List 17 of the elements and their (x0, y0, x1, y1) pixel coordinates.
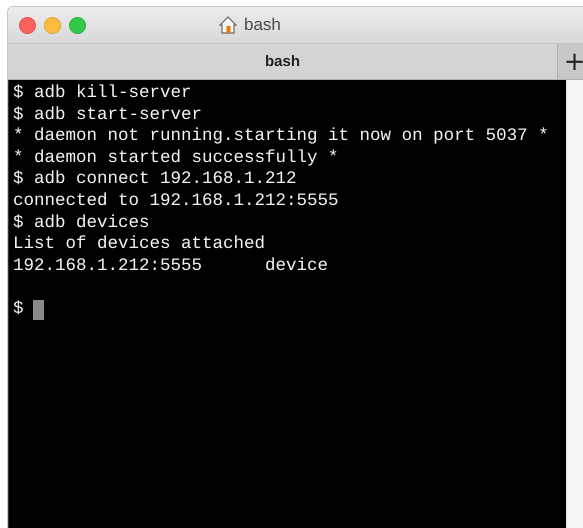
terminal-line: List of devices attached (13, 234, 266, 256)
terminal-line: connected to 192.168.1.212:5555 (13, 190, 339, 213)
prompt-symbol: $ (13, 298, 24, 321)
terminal-line: $ adb start-server (13, 104, 202, 126)
zoom-button[interactable] (69, 16, 86, 34)
minimize-button[interactable] (44, 16, 61, 34)
close-button[interactable] (19, 16, 36, 34)
terminal-line: 192.168.1.212:5555 device (13, 256, 328, 278)
new-tab-button[interactable]: + (557, 44, 583, 79)
window-title: bash (244, 15, 281, 35)
terminal-line: $ adb kill-server (13, 83, 192, 105)
terminal-line: $ adb connect 192.168.1.212 (13, 169, 297, 191)
text-cursor (32, 300, 44, 320)
house-icon (218, 15, 238, 35)
terminal-line: $ adb devices (13, 212, 150, 234)
terminal-line: * daemon not running.starting it now on port 5037 * (13, 126, 549, 148)
terminal-line: * daemon started successfully * (13, 148, 339, 170)
